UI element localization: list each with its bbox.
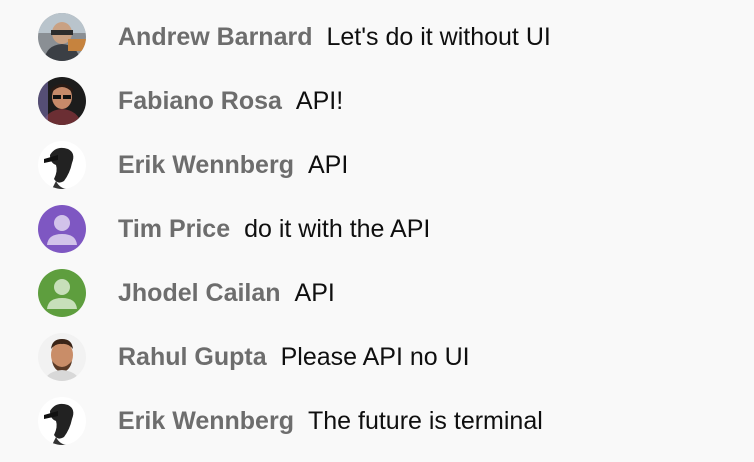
chat-message: Jhodel Cailan API: [0, 261, 754, 325]
author-avatar-icon[interactable]: [38, 13, 86, 61]
message-line: Andrew Barnard Let's do it without UI: [118, 5, 551, 69]
chat-message: Erik Wennberg API: [0, 133, 754, 197]
author-name[interactable]: Rahul Gupta: [118, 343, 267, 371]
message-text: The future is terminal: [307, 407, 543, 435]
message-text: Let's do it without UI: [326, 23, 551, 51]
chat-message: Rahul Gupta Please API no UI: [0, 325, 754, 389]
message-text: API: [294, 279, 335, 307]
author-avatar-icon[interactable]: [38, 333, 86, 381]
message-text: Please API no UI: [280, 343, 470, 371]
message-line: Erik Wennberg The future is terminal: [118, 389, 543, 453]
author-name[interactable]: Fabiano Rosa: [118, 87, 282, 115]
message-line: Jhodel Cailan API: [118, 261, 335, 325]
message-line: Rahul Gupta Please API no UI: [118, 325, 470, 389]
author-avatar-icon[interactable]: [38, 141, 86, 189]
author-avatar-icon[interactable]: [38, 77, 86, 125]
default-person-avatar-icon[interactable]: [38, 205, 86, 253]
chat-message: Fabiano Rosa API!: [0, 69, 754, 133]
author-name[interactable]: Andrew Barnard: [118, 23, 312, 51]
author-name[interactable]: Erik Wennberg: [118, 407, 294, 435]
message-text: API: [307, 151, 349, 179]
chat-message: Tim Price do it with the API: [0, 197, 754, 261]
author-name[interactable]: Jhodel Cailan: [118, 279, 281, 307]
message-text: do it with the API: [244, 215, 431, 243]
chat-message: Erik Wennberg The future is terminal: [0, 389, 754, 453]
default-person-avatar-icon[interactable]: [38, 269, 86, 317]
message-line: Fabiano Rosa API!: [118, 69, 343, 133]
author-name[interactable]: Tim Price: [118, 215, 230, 243]
message-text: API!: [295, 87, 344, 115]
message-line: Tim Price do it with the API: [118, 197, 430, 261]
chat-message: Andrew Barnard Let's do it without UI: [0, 5, 754, 69]
author-avatar-icon[interactable]: [38, 397, 86, 445]
author-name[interactable]: Erik Wennberg: [118, 151, 294, 179]
live-chat-message-list: Andrew Barnard Let's do it without UI Fab…: [0, 0, 754, 462]
message-line: Erik Wennberg API: [118, 133, 348, 197]
